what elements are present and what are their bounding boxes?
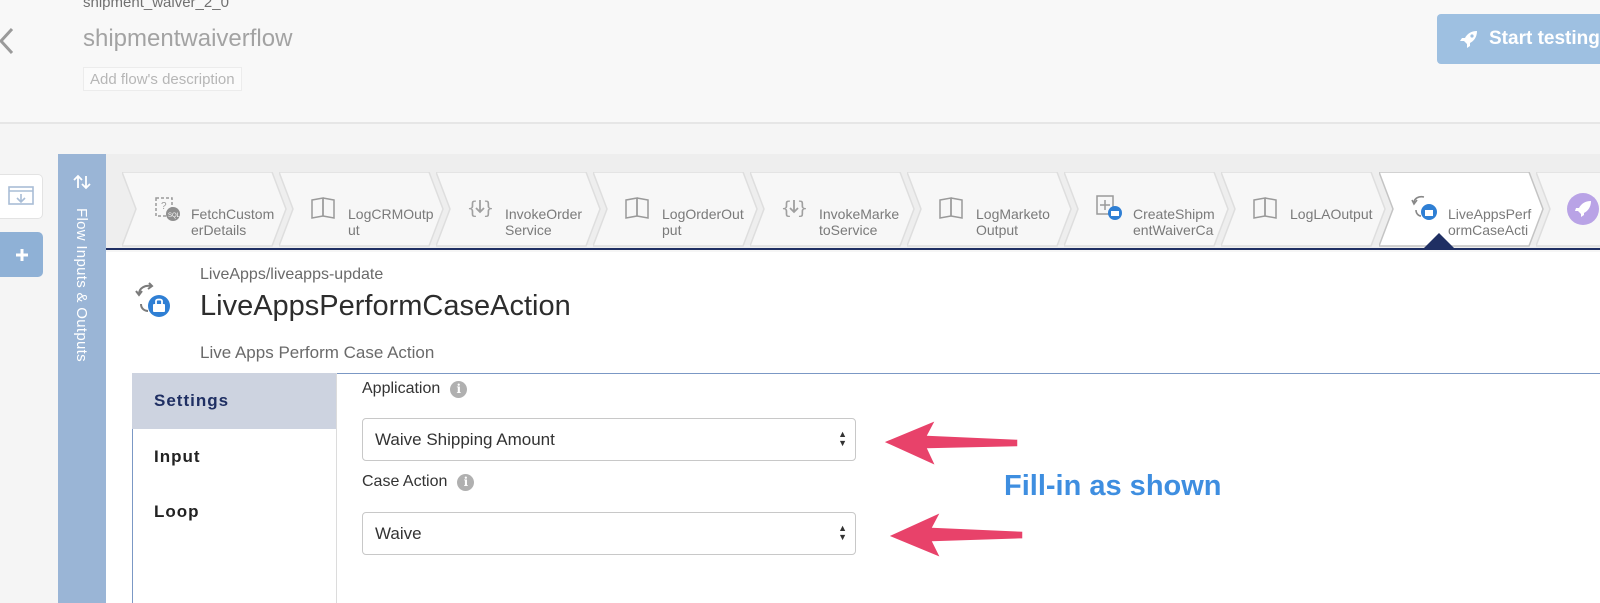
activity-subtitle: Live Apps Perform Case Action bbox=[200, 343, 435, 362]
svg-text:}: } bbox=[797, 198, 808, 219]
activity-path: LiveApps/liveapps-update bbox=[200, 266, 384, 283]
flow-step[interactable]: ? SQL FetchCustom erDetails bbox=[122, 172, 288, 247]
flow-step-bar: ? SQL FetchCustom erDetails LogCRMOutp ut{}… bbox=[106, 154, 1600, 250]
flow-step-label: LogLAOutput bbox=[1290, 206, 1373, 222]
case-action-icon bbox=[135, 282, 170, 317]
swap-arrows-icon bbox=[73, 174, 91, 190]
flow-step[interactable]: LogCRMOutp ut bbox=[279, 172, 445, 247]
create-case-icon bbox=[1096, 195, 1122, 220]
svg-text:SQL: SQL bbox=[168, 213, 181, 219]
book-icon bbox=[939, 197, 963, 219]
flow-step[interactable]: LiveAppsPerf ormCaseActi bbox=[1379, 172, 1545, 247]
flow-title[interactable]: shipmentwaiverflow bbox=[83, 25, 292, 53]
application-label-row: Application i bbox=[362, 380, 468, 398]
case-action-select[interactable]: Waive ▲ ▼ bbox=[362, 512, 856, 555]
flow-step-label: LogOrderOut put bbox=[662, 206, 744, 238]
flow-id: shipment_waiver_2_0 bbox=[83, 0, 229, 11]
start-testing-button[interactable]: Start testing bbox=[1437, 14, 1600, 64]
flow-step[interactable]: CreateShipm entWaiverCa bbox=[1064, 172, 1230, 247]
book-icon bbox=[625, 197, 649, 219]
rocket-icon bbox=[1460, 31, 1477, 48]
flow-step-label: LiveAppsPerf ormCaseActi bbox=[1448, 206, 1532, 238]
info-icon[interactable]: i bbox=[450, 380, 468, 398]
rocket-icon bbox=[1567, 193, 1599, 225]
invoke-service-icon: {} bbox=[467, 198, 494, 219]
add-trigger-button[interactable] bbox=[0, 232, 43, 277]
case-action-icon bbox=[1411, 195, 1437, 220]
flow-step-label: FetchCustom erDetails bbox=[191, 206, 275, 238]
tab-loop[interactable]: Loop bbox=[132, 484, 336, 540]
tab-settings[interactable]: Settings bbox=[132, 373, 336, 429]
config-side-tabs: Settings Input Loop bbox=[132, 373, 337, 603]
annotation-arrow-case-action bbox=[886, 510, 1024, 560]
flow-step[interactable]: LogLAOutput bbox=[1221, 172, 1387, 247]
flow-io-panel-toggle[interactable]: Flow Inputs & Outputs bbox=[58, 154, 106, 603]
invoke-service-icon: {} bbox=[781, 198, 808, 219]
annotation-text: Fill-in as shown bbox=[1004, 470, 1222, 502]
application-value: Waive Shipping Amount bbox=[375, 429, 555, 449]
back-chevron-icon[interactable] bbox=[0, 26, 18, 56]
activity-config-panel bbox=[132, 373, 1600, 603]
flow-step-label: CreateShipm entWaiverCa bbox=[1133, 206, 1215, 238]
flow-step-label: InvokeMarke toService bbox=[819, 206, 900, 238]
flow-header: shipment_waiver_2_0 shipmentwaiverflow A… bbox=[0, 0, 1600, 124]
application-label: Application bbox=[362, 380, 441, 397]
flow-step[interactable]: LogOrderOut put bbox=[593, 172, 759, 247]
book-icon bbox=[311, 197, 335, 219]
tab-input[interactable]: Input bbox=[132, 429, 336, 485]
sql-query-icon: ?SQL bbox=[155, 197, 181, 221]
info-icon[interactable]: i bbox=[457, 473, 475, 491]
svg-text:?: ? bbox=[161, 201, 167, 212]
flow-step[interactable]: {} InvokeMarke toService bbox=[750, 172, 916, 247]
select-caret-icon: ▲ ▼ bbox=[838, 523, 847, 542]
active-step-pointer bbox=[1422, 233, 1456, 250]
case-action-label-row: Case Action i bbox=[362, 473, 475, 491]
flow-step-next[interactable] bbox=[1536, 172, 1600, 247]
start-testing-label: Start testing bbox=[1489, 28, 1600, 49]
case-action-value: Waive bbox=[375, 523, 422, 543]
import-window-icon bbox=[8, 185, 34, 205]
svg-text:}: } bbox=[483, 198, 494, 219]
activity-title: LiveAppsPerformCaseAction bbox=[200, 290, 571, 322]
flow-step-label: InvokeOrder Service bbox=[505, 206, 583, 238]
flow-step-label: LogCRMOutp ut bbox=[348, 206, 434, 238]
flow-step[interactable]: LogMarketo Output bbox=[907, 172, 1073, 247]
annotation-arrow-application bbox=[881, 418, 1019, 468]
application-select[interactable]: Waive Shipping Amount ▲ ▼ bbox=[362, 418, 856, 461]
app-root: { "header": { "flow_name": "shipment_wai… bbox=[0, 0, 1600, 603]
flow-description-field[interactable]: Add flow's description bbox=[83, 67, 242, 91]
flow-io-label: Flow Inputs & Outputs bbox=[73, 208, 90, 362]
book-icon bbox=[1253, 197, 1277, 219]
flow-step[interactable]: {} InvokeOrder Service bbox=[436, 172, 602, 247]
plus-icon bbox=[15, 248, 28, 261]
flow-step-label: LogMarketo Output bbox=[976, 206, 1050, 238]
case-action-label: Case Action bbox=[362, 473, 448, 490]
preview-button[interactable] bbox=[0, 174, 43, 219]
select-caret-icon: ▲ ▼ bbox=[838, 429, 847, 448]
